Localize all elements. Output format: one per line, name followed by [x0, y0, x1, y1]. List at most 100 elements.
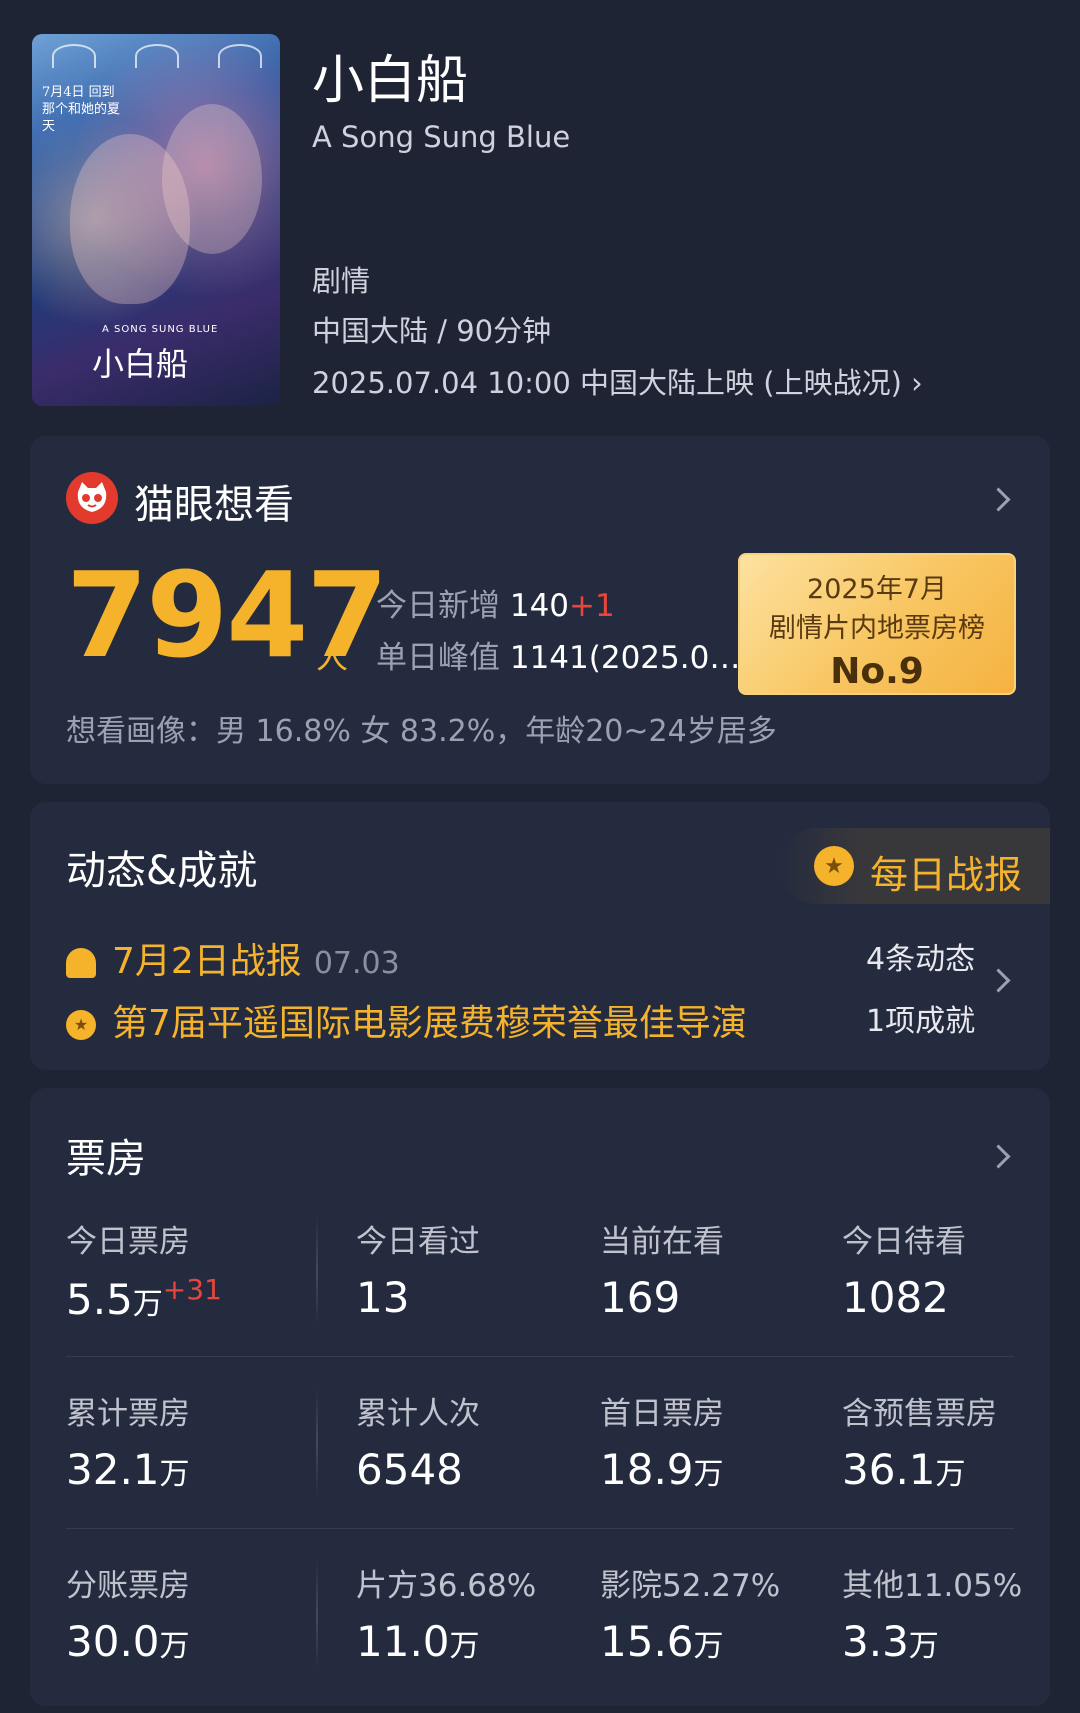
chevron-right-icon[interactable] [986, 1144, 1011, 1169]
stat-unit: 万 [449, 1629, 480, 1664]
stat-split-boxoffice: 分账票房 30.0万 [66, 1560, 190, 1666]
rank-badge-category: 剧情片内地票房榜 [769, 613, 985, 644]
stat-value: 18.9万 [600, 1445, 724, 1494]
stat-value: 1082 [842, 1273, 966, 1322]
news-card-title: 动态&成就 [66, 848, 258, 894]
stat-label: 其他11.05% [842, 1568, 1023, 1604]
divider [316, 1216, 318, 1326]
movie-release-link[interactable]: 2025.07.04 10:00 中国大陆上映 (上映战况) › [312, 360, 923, 402]
stat-label: 累计票房 [66, 1396, 190, 1432]
stat-unit: 万 [693, 1629, 724, 1664]
audience-portrait: 想看画像：男 16.8% 女 83.2%，年龄20~24岁居多 [66, 714, 777, 749]
stat-value: 6548 [356, 1445, 480, 1494]
today-new-stat: 今日新增 140+1 [376, 580, 615, 625]
stat-label: 今日待看 [842, 1224, 966, 1260]
stat-number: 11.0 [356, 1617, 450, 1666]
stat-value: 169 [600, 1273, 724, 1322]
stat-presale-boxoffice: 含预售票房 36.1万 [842, 1388, 997, 1494]
rank-badge-period: 2025年7月 [807, 574, 947, 605]
stat-now-watching: 当前在看 169 [600, 1216, 724, 1322]
stat-total-boxoffice: 累计票房 32.1万 [66, 1388, 190, 1494]
stat-value: 36.1万 [842, 1445, 997, 1494]
rank-badge[interactable]: 2025年7月 剧情片内地票房榜 No.9 [738, 553, 1016, 695]
stat-label: 含预售票房 [842, 1396, 997, 1432]
daily-report-button[interactable]: ★ 每日战报 [780, 828, 1050, 904]
achievement-count: 1项成就 [866, 1004, 976, 1039]
want-card-title: 猫眼想看 [134, 482, 294, 528]
stat-label: 今日票房 [66, 1224, 190, 1260]
stat-number: 3.3 [842, 1617, 909, 1666]
divider [316, 1560, 318, 1670]
today-new-increase: +1 [569, 588, 615, 624]
stat-value: 15.6万 [600, 1617, 780, 1666]
stat-other-share: 其他11.05% 3.3万 [842, 1560, 1022, 1666]
news-item-report-text: 7月2日战报 [112, 941, 302, 982]
boxoffice-title: 票房 [66, 1136, 146, 1182]
movie-poster[interactable]: 7月4日 回到那个和她的夏天 A SONG SUNG BLUE 小白船 [32, 34, 280, 406]
stat-unit: 万 [132, 1287, 163, 1322]
stat-number: 18.9 [600, 1445, 694, 1494]
divider [316, 1388, 318, 1498]
chevron-right-icon[interactable] [986, 487, 1011, 512]
news-count: 4条动态 [866, 942, 976, 977]
stat-number: 30.0 [66, 1617, 160, 1666]
today-new-value: 140 [509, 588, 570, 624]
boxoffice-card[interactable]: 票房 今日票房 5.5万+31 今日看过 13 当前在看 169 今日待看 10… [30, 1088, 1050, 1706]
chevron-right-icon[interactable] [986, 968, 1011, 993]
stat-today-boxoffice: 今日票房 5.5万+31 [66, 1216, 222, 1324]
news-card[interactable]: 动态&成就 ★ 每日战报 7月2日战报 07.03 ★ 第7届平遥国际电影展费穆荣誉… [30, 802, 1050, 1070]
stat-unit: 万 [159, 1629, 190, 1664]
news-item-achievement-text: 第7届平遥国际电影展费穆荣誉最佳导演 [112, 1003, 747, 1044]
stat-value: 13 [356, 1273, 480, 1322]
peak-stat: 单日峰值 1141(2025.0… [376, 632, 740, 677]
stat-number: 1082 [842, 1273, 949, 1322]
stat-number: 32.1 [66, 1445, 160, 1494]
daily-report-label: 每日战报 [870, 853, 1023, 897]
news-item-report[interactable]: 7月2日战报 07.03 [66, 932, 400, 984]
stat-number: 36.1 [842, 1445, 936, 1494]
movie-title: 小白船 [312, 51, 469, 111]
want-card[interactable]: 猫眼想看 7947 人 今日新增 140+1 单日峰值 1141(2025.0…… [30, 436, 1050, 784]
news-item-achievement[interactable]: ★ 第7届平遥国际电影展费穆荣誉最佳导演 [66, 994, 747, 1046]
poster-laurels [52, 44, 262, 68]
stat-number: 169 [600, 1273, 681, 1322]
movie-region-duration: 中国大陆 / 90分钟 [312, 314, 552, 348]
stat-value: 30.0万 [66, 1617, 190, 1666]
divider [66, 1528, 1014, 1529]
bell-icon [66, 948, 96, 978]
chevron-right-icon: › [901, 366, 923, 400]
want-count-unit: 人 [316, 638, 349, 676]
movie-header: 7月4日 回到那个和她的夏天 A SONG SUNG BLUE 小白船 小白船 … [0, 0, 1080, 430]
peak-label: 单日峰值 [376, 640, 500, 676]
stat-number: 15.6 [600, 1617, 694, 1666]
stat-value: 3.3万 [842, 1617, 1022, 1666]
today-new-label: 今日新增 [376, 588, 500, 624]
stat-today-watched: 今日看过 13 [356, 1216, 480, 1322]
stat-value: 11.0万 [356, 1617, 536, 1666]
stat-unit: 万 [935, 1457, 966, 1492]
stat-first-day-boxoffice: 首日票房 18.9万 [600, 1388, 724, 1494]
laurel-icon [135, 44, 179, 68]
stat-cinema-share: 影院52.27% 15.6万 [600, 1560, 780, 1666]
stat-label: 片方36.68% [356, 1568, 537, 1604]
stat-label: 今日看过 [356, 1224, 480, 1260]
poster-title: 小白船 [92, 345, 189, 383]
release-text: 2025.07.04 10:00 中国大陆上映 (上映战况) [312, 366, 902, 400]
stat-number: 6548 [356, 1445, 463, 1494]
stat-unit: 万 [159, 1457, 190, 1492]
movie-subtitle: A Song Sung Blue [312, 120, 571, 154]
laurel-icon [218, 44, 262, 68]
rank-badge-rank: No.9 [830, 651, 924, 692]
maoyan-cat-icon [66, 472, 118, 524]
stat-increase: +31 [162, 1273, 222, 1306]
stat-label: 影院52.27% [600, 1568, 781, 1604]
poster-date-text: 7月4日 回到那个和她的夏天 [42, 85, 121, 134]
stat-label: 分账票房 [66, 1568, 190, 1604]
stat-unit: 万 [908, 1629, 939, 1664]
medal-icon: ★ [814, 846, 854, 886]
stat-unit: 万 [693, 1457, 724, 1492]
stat-value: 5.5万+31 [66, 1273, 222, 1324]
stat-today-pending: 今日待看 1082 [842, 1216, 966, 1322]
movie-genre: 剧情 [312, 264, 371, 298]
stat-label: 首日票房 [600, 1396, 724, 1432]
